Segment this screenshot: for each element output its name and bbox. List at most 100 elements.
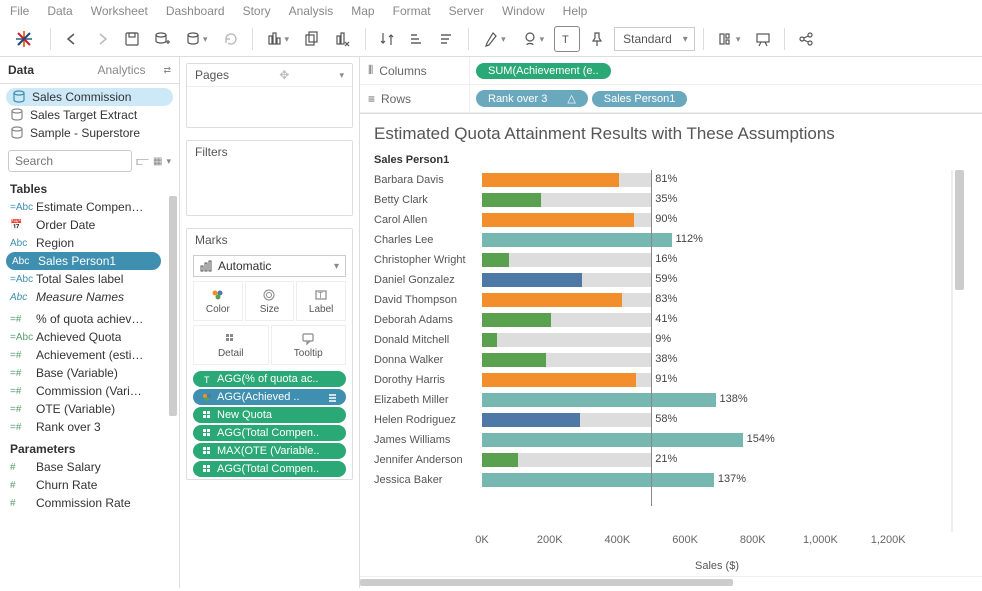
bar-row[interactable]: 81%	[482, 170, 951, 190]
mark-size-button[interactable]: Size	[245, 281, 295, 321]
search-icon[interactable]: ⫍	[136, 154, 149, 169]
horizontal-scrollbar[interactable]	[360, 576, 982, 588]
tab-data[interactable]: Data	[0, 57, 90, 83]
highlight-button[interactable]: ▾	[477, 26, 512, 52]
search-input[interactable]	[8, 150, 132, 172]
field-item[interactable]: =AbcAchieved Quota	[0, 328, 167, 346]
swap-button[interactable]	[374, 26, 400, 52]
group-button[interactable]: ▾	[516, 26, 551, 52]
chart-scrollbar[interactable]	[952, 170, 966, 532]
clear-button[interactable]	[329, 26, 357, 52]
mark-type-select[interactable]: Automatic	[193, 255, 346, 277]
view-icon[interactable]: ▦	[153, 156, 162, 167]
undo-button[interactable]	[59, 26, 85, 52]
mark-pill[interactable]: AGG(Total Compen..	[193, 461, 346, 477]
show-cards-button[interactable]: ▾	[712, 26, 747, 52]
field-item[interactable]: #Commission Rate	[0, 494, 167, 512]
mark-detail-button[interactable]: Detail	[193, 325, 269, 365]
mark-pill[interactable]: AGG(Total Compen..	[193, 425, 346, 441]
menu-window[interactable]: Window	[502, 4, 545, 18]
show-labels-button[interactable]: T	[554, 26, 580, 52]
field-item[interactable]: =#Achievement (esti…	[0, 346, 167, 364]
fit-select[interactable]: Standard	[614, 27, 695, 51]
new-worksheet-button[interactable]: ▾	[261, 26, 296, 52]
pages-card[interactable]: Pages✥▾	[186, 63, 353, 128]
pin-button[interactable]	[584, 26, 610, 52]
search-menu-icon[interactable]: ▾	[166, 156, 171, 167]
field-item[interactable]: AbcMeasure Names	[0, 288, 167, 306]
bar-row[interactable]: 35%	[482, 190, 951, 210]
chart-canvas[interactable]: 81%35%90%112%16%59%83%41%9%38%91%138%58%…	[482, 170, 952, 532]
datasource-item[interactable]: Sales Target Extract	[0, 106, 179, 124]
save-button[interactable]	[119, 26, 145, 52]
new-datasource-button[interactable]	[149, 26, 175, 52]
menu-help[interactable]: Help	[563, 4, 588, 18]
mark-pill[interactable]: TAGG(% of quota ac..	[193, 371, 346, 387]
bar-row[interactable]: 41%	[482, 310, 951, 330]
mark-label-button[interactable]: TLabel	[296, 281, 346, 321]
menu-dashboard[interactable]: Dashboard	[166, 4, 225, 18]
menu-map[interactable]: Map	[351, 4, 374, 18]
rows-pill-2[interactable]: Sales Person1	[592, 91, 688, 107]
bar-row[interactable]: 90%	[482, 210, 951, 230]
sort-desc-button[interactable]	[434, 26, 460, 52]
field-item[interactable]: =#% of quota achiev…	[0, 310, 167, 328]
bar-row[interactable]: 59%	[482, 270, 951, 290]
duplicate-button[interactable]	[299, 26, 325, 52]
menu-worksheet[interactable]: Worksheet	[91, 4, 148, 18]
menu-file[interactable]: File	[10, 4, 29, 18]
category-label: Donald Mitchell	[374, 330, 482, 350]
bar-row[interactable]: 58%	[482, 410, 951, 430]
presentation-button[interactable]	[750, 26, 776, 52]
tab-analytics[interactable]: Analytics⇄	[90, 57, 180, 83]
menu-format[interactable]: Format	[393, 4, 431, 18]
field-item[interactable]: 📅Order Date	[0, 216, 167, 234]
field-item[interactable]: =#Base (Variable)	[0, 364, 167, 382]
field-item[interactable]: =AbcEstimate Compen…	[0, 198, 167, 216]
data-pane: Data Analytics⇄ Sales CommissionSales Ta…	[0, 57, 180, 588]
field-item[interactable]: #Base Salary	[0, 458, 167, 476]
category-label: David Thompson	[374, 290, 482, 310]
mark-pill[interactable]: AGG(Achieved ..	[193, 389, 346, 405]
field-item[interactable]: AbcSales Person1	[6, 252, 161, 270]
bar-row[interactable]: 138%	[482, 390, 951, 410]
field-item[interactable]: #Churn Rate	[0, 476, 167, 494]
field-item[interactable]: =#Rank over 3	[0, 418, 167, 436]
bar-row[interactable]: 16%	[482, 250, 951, 270]
mark-pill[interactable]: New Quota	[193, 407, 346, 423]
columns-pill[interactable]: SUM(Achievement (e..	[476, 63, 611, 79]
menu-server[interactable]: Server	[449, 4, 484, 18]
rows-pill-1[interactable]: Rank over 3△	[476, 90, 588, 107]
menu-data[interactable]: Data	[47, 4, 72, 18]
bar-row[interactable]: 38%	[482, 350, 951, 370]
mark-tooltip-button[interactable]: Tooltip	[271, 325, 347, 365]
cards-pane: Pages✥▾ Filters Marks Automatic ColorSiz…	[180, 57, 360, 588]
share-button[interactable]	[793, 26, 819, 52]
bar-row[interactable]: 9%	[482, 330, 951, 350]
field-item[interactable]: =#Commission (Vari…	[0, 382, 167, 400]
bar-row[interactable]: 21%	[482, 450, 951, 470]
menu-story[interactable]: Story	[243, 4, 271, 18]
menu-analysis[interactable]: Analysis	[289, 4, 334, 18]
data-pane-scrollbar[interactable]	[167, 176, 179, 588]
redo-button[interactable]	[89, 26, 115, 52]
autosave-button[interactable]: ▾	[179, 26, 214, 52]
bar-row[interactable]: 112%	[482, 230, 951, 250]
filters-card[interactable]: Filters	[186, 140, 353, 216]
field-item[interactable]: =#OTE (Variable)	[0, 400, 167, 418]
rows-shelf[interactable]: ≡Rows Rank over 3△ Sales Person1	[360, 85, 982, 113]
datasource-item[interactable]: Sample - Superstore	[0, 124, 179, 142]
mark-pill[interactable]: MAX(OTE (Variable..	[193, 443, 346, 459]
columns-shelf[interactable]: ⦀Columns SUM(Achievement (e..	[360, 57, 982, 85]
mark-color-button[interactable]: Color	[193, 281, 243, 321]
refresh-button[interactable]	[218, 26, 244, 52]
datasource-item[interactable]: Sales Commission	[6, 88, 173, 106]
bar-row[interactable]: 83%	[482, 290, 951, 310]
viz-title[interactable]: Estimated Quota Attainment Results with …	[374, 124, 966, 144]
bar-row[interactable]: 137%	[482, 470, 951, 490]
field-item[interactable]: =AbcTotal Sales label	[0, 270, 167, 288]
sort-asc-button[interactable]	[404, 26, 430, 52]
bar-row[interactable]: 154%	[482, 430, 951, 450]
field-item[interactable]: AbcRegion	[0, 234, 167, 252]
bar-row[interactable]: 91%	[482, 370, 951, 390]
